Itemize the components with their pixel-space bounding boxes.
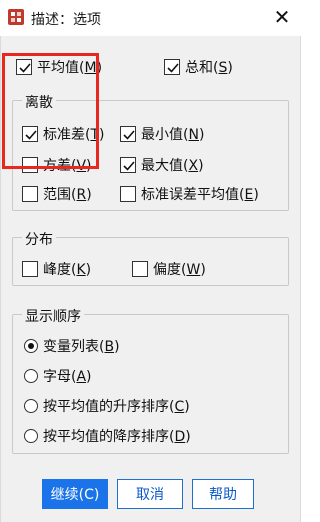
dispersion-legend: 离散	[22, 92, 56, 112]
radio-circle[interactable]	[24, 399, 38, 413]
checkbox-box[interactable]	[120, 186, 136, 202]
checkbox-box[interactable]	[120, 126, 136, 142]
radio-circle[interactable]	[24, 339, 38, 353]
continue-button[interactable]: 继续(C)	[42, 479, 108, 509]
checkbox-box[interactable]	[22, 157, 38, 173]
radio-ascending-means[interactable]: 按平均值的升序排序(C)	[24, 396, 190, 416]
radio-variable-list-label: 变量列表(B)	[43, 339, 120, 355]
checkbox-box[interactable]	[22, 126, 38, 142]
checkbox-range[interactable]: 范围(R)	[22, 184, 92, 204]
radio-circle[interactable]	[24, 369, 38, 383]
radio-descending-means-label: 按平均值的降序排序(D)	[43, 429, 191, 445]
checkbox-kurtosis[interactable]: 峰度(K)	[22, 259, 91, 279]
window-title: 描述：选项	[31, 12, 101, 28]
radio-circle[interactable]	[24, 429, 38, 443]
radio-descending-means[interactable]: 按平均值的降序排序(D)	[24, 426, 191, 446]
checkbox-std-error-mean[interactable]: 标准误差平均值(E)	[120, 184, 259, 204]
cancel-button[interactable]: 取消	[117, 479, 183, 509]
display-order-legend: 显示顺序	[22, 306, 84, 326]
help-button[interactable]: 帮助	[192, 479, 254, 509]
checkbox-variance-label: 方差(V)	[43, 158, 92, 174]
radio-alphabetic[interactable]: 字母(A)	[24, 366, 92, 386]
checkbox-sum[interactable]: 总和(S)	[164, 57, 233, 77]
radio-alphabetic-label: 字母(A)	[43, 369, 92, 385]
radio-selected-dot	[28, 343, 34, 349]
close-icon[interactable]: ✕	[272, 7, 292, 27]
checkbox-box[interactable]	[120, 157, 136, 173]
checkbox-box[interactable]	[132, 261, 148, 277]
radio-variable-list[interactable]: 变量列表(B)	[24, 336, 120, 356]
distribution-legend: 分布	[22, 229, 56, 249]
checkbox-std-dev-label: 标准差(T)	[43, 127, 105, 143]
checkbox-maximum[interactable]: 最大值(X)	[120, 155, 204, 175]
radio-ascending-means-label: 按平均值的升序排序(C)	[43, 399, 190, 415]
checkbox-box[interactable]	[164, 59, 180, 75]
checkbox-sum-label: 总和(S)	[185, 60, 233, 76]
checkbox-box[interactable]	[22, 261, 38, 277]
checkbox-mean[interactable]: 平均值(M)	[16, 57, 102, 77]
checkbox-std-dev[interactable]: 标准差(T)	[22, 124, 105, 144]
checkbox-kurtosis-label: 峰度(K)	[43, 262, 92, 278]
spss-dialog-icon	[7, 8, 25, 26]
checkbox-std-error-mean-label: 标准误差平均值(E)	[141, 187, 259, 203]
checkbox-skewness[interactable]: 偏度(W)	[132, 259, 206, 279]
checkbox-maximum-label: 最大值(X)	[141, 158, 204, 174]
checkbox-variance[interactable]: 方差(V)	[22, 155, 92, 175]
checkbox-minimum-label: 最小值(N)	[141, 127, 205, 143]
checkbox-mean-label: 平均值(M)	[37, 60, 103, 76]
checkbox-minimum[interactable]: 最小值(N)	[120, 124, 204, 144]
checkbox-skewness-label: 偏度(W)	[153, 262, 206, 278]
checkbox-box[interactable]	[22, 186, 38, 202]
checkbox-box[interactable]	[16, 59, 32, 75]
checkbox-range-label: 范围(R)	[43, 187, 92, 203]
